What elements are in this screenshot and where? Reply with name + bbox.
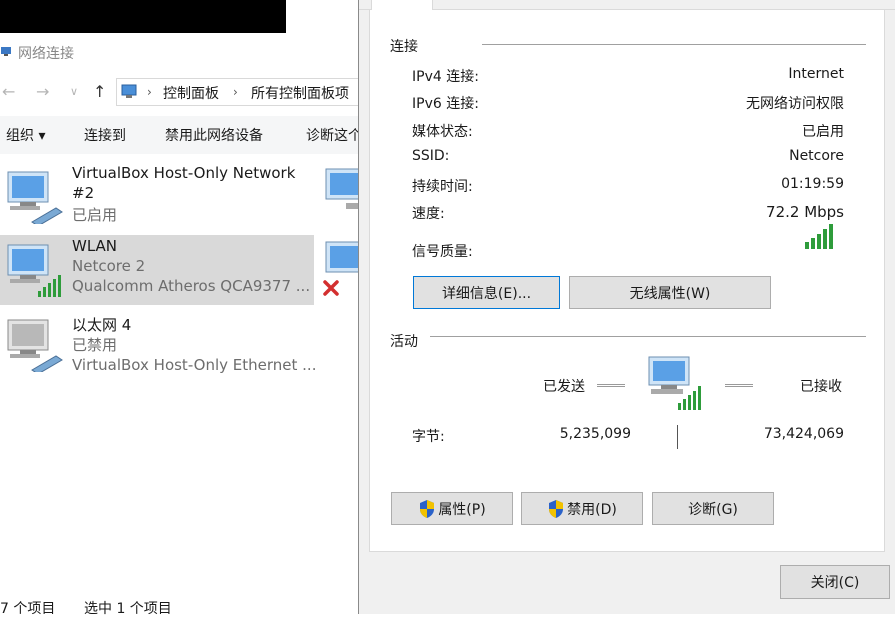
address-bar[interactable]: › 控制面板 › 所有控制面板项 (116, 78, 366, 106)
forward-arrow-icon[interactable]: → (36, 82, 49, 101)
network-adapter-icon (7, 171, 63, 224)
item-device: VirtualBox Host-Only Ethernet ... (72, 356, 317, 374)
group-divider (430, 336, 866, 337)
command-bar: 组织 ▾ 连接到 禁用此网络设备 诊断这个 (0, 116, 362, 154)
item-name: VirtualBox Host-Only Network (72, 164, 296, 182)
speed-label: 速度: (412, 206, 445, 222)
uac-shield-icon (420, 499, 435, 518)
connect-to-button[interactable]: 连接到 (84, 125, 126, 145)
speed-value: 72.2 Mbps (766, 203, 844, 221)
sent-label: 已发送 (543, 379, 585, 395)
duration-label: 持续时间: (412, 179, 473, 195)
explorer-title-bar: 网络连接 (0, 34, 358, 70)
item-status: Netcore 2 (72, 257, 146, 275)
recent-chevron-icon[interactable]: ∨ (70, 85, 78, 98)
list-item[interactable]: 以太网 4 已禁用 VirtualBox Host-Only Ethernet … (0, 310, 317, 380)
item-count: 7 个项目 (0, 601, 56, 617)
network-connections-icon (1, 47, 11, 56)
close-button[interactable]: 关闭(C) (780, 565, 890, 599)
bytes-sent-value: 5,235,099 (559, 426, 631, 442)
item-status: 已禁用 (72, 336, 118, 354)
back-arrow-icon[interactable]: ← (2, 82, 15, 101)
wireless-adapter-icon (7, 244, 61, 297)
item-name: WLAN (72, 237, 118, 255)
diagnose-connection-button[interactable]: 诊断这个 (306, 125, 362, 145)
wlan-status-dialog: 连接 IPv4 连接: Internet IPv6 连接: 无网络访问权限 媒体… (358, 0, 895, 614)
list-item-wlan[interactable]: WLAN Netcore 2 Qualcomm Atheros QCA9377 … (0, 235, 314, 305)
disconnected-adapter-icon (323, 241, 358, 296)
chevron-right-icon: › (233, 85, 238, 99)
up-arrow-icon[interactable]: ↑ (93, 82, 106, 101)
general-panel: 连接 IPv4 连接: Internet IPv6 连接: 无网络访问权限 媒体… (369, 10, 885, 552)
ipv6-label: IPv6 连接: (412, 96, 479, 112)
navigation-bar: ← → ∨ ↑ › 控制面板 › 所有控制面板项 (0, 76, 366, 108)
activity-group-title: 活动 (390, 334, 418, 350)
selected-count: 选中 1 个项目 (84, 601, 172, 617)
ipv4-value: Internet (788, 66, 844, 82)
media-state-value: 已启用 (802, 124, 844, 140)
sent-activity-line (597, 384, 625, 387)
disable-button-label: 禁用(D) (567, 501, 617, 518)
bytes-received-value: 73,424,069 (763, 426, 844, 442)
received-label: 已接收 (800, 379, 842, 395)
bytes-label: 字节: (412, 429, 445, 445)
control-panel-icon (121, 84, 137, 98)
uac-shield-icon (549, 499, 564, 518)
window-title: 网络连接 (18, 46, 74, 62)
ethernet-adapter-icon (7, 319, 63, 372)
wireless-properties-button[interactable]: 无线属性(W) (569, 276, 771, 309)
group-divider (482, 44, 866, 45)
properties-button[interactable]: 属性(P) (391, 492, 513, 525)
breadcrumb-item[interactable]: 所有控制面板项 (251, 83, 349, 103)
breadcrumb-item[interactable]: 控制面板 (163, 83, 219, 103)
network-adapter-icon (325, 168, 358, 209)
connection-group-title: 连接 (390, 39, 418, 55)
properties-button-label: 属性(P) (438, 501, 486, 518)
ssid-value: Netcore (789, 148, 844, 164)
details-button[interactable]: 详细信息(E)... (413, 276, 560, 309)
tab-strip (359, 0, 895, 10)
disable-device-button[interactable]: 禁用此网络设备 (165, 125, 263, 145)
received-activity-line (725, 384, 753, 387)
item-status: 已启用 (72, 206, 118, 224)
diagnose-button[interactable]: 诊断(G) (652, 492, 774, 525)
chevron-right-icon: › (147, 85, 152, 99)
ipv4-label: IPv4 连接: (412, 69, 479, 85)
obscured-region (0, 0, 286, 33)
media-state-label: 媒体状态: (412, 124, 473, 140)
item-name: 以太网 4 (72, 316, 132, 334)
duration-value: 01:19:59 (781, 176, 844, 192)
ssid-label: SSID: (412, 148, 450, 164)
item-device: Qualcomm Atheros QCA9377 ... (72, 277, 311, 295)
organize-menu[interactable]: 组织 ▾ (6, 125, 45, 145)
signal-strength-icon (805, 224, 833, 249)
disable-button[interactable]: 禁用(D) (521, 492, 643, 525)
item-name-line2: #2 (72, 184, 95, 202)
ipv6-value: 无网络访问权限 (746, 96, 844, 112)
list-item[interactable]: VirtualBox Host-Only Network #2 已启用 (0, 162, 314, 232)
network-activity-icon (648, 356, 701, 410)
signal-quality-label: 信号质量: (412, 244, 473, 260)
activity-divider (677, 425, 678, 449)
